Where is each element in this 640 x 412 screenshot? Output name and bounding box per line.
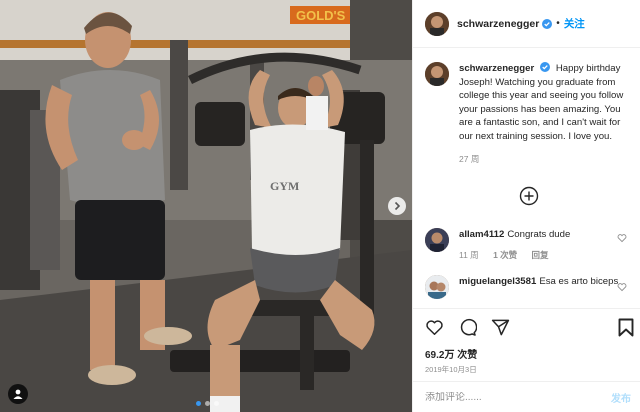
comment-likes[interactable]: 1 次赞: [493, 250, 517, 260]
post-caption: schwarzenegger Happy birthday Joseph! Wa…: [425, 62, 635, 166]
post-date[interactable]: 2019年10月3日: [425, 364, 477, 375]
caption-username[interactable]: schwarzenegger: [459, 63, 534, 74]
gym-sign-text: GOLD'S: [296, 8, 346, 23]
avatar-image: [425, 275, 449, 299]
reply-button[interactable]: 回复: [532, 250, 549, 260]
avatar-image: [425, 228, 449, 252]
post-header: schwarzenegger • 关注: [413, 0, 640, 48]
comment-icon[interactable]: [458, 318, 477, 337]
avatar-image: [425, 62, 449, 86]
comment-input[interactable]: [425, 392, 585, 403]
comment-text: Esa es arto biceps: [539, 276, 619, 287]
post-comment-button[interactable]: 发布: [611, 390, 631, 405]
bookmark-icon[interactable]: [618, 318, 634, 337]
carousel-dot: [205, 401, 210, 406]
avatar[interactable]: [425, 275, 449, 299]
avatar[interactable]: [425, 62, 449, 86]
carousel-dot: [196, 401, 201, 406]
comment-username[interactable]: allam4112: [459, 229, 504, 240]
next-arrow-icon: [394, 201, 401, 211]
follow-button[interactable]: 关注: [564, 16, 585, 31]
tag-user-icon: [13, 389, 23, 399]
shirt-print-text: GYM: [270, 179, 299, 193]
comment-text: Congrats dude: [507, 229, 571, 240]
header-username[interactable]: schwarzenegger: [457, 18, 539, 30]
avatar-image: [425, 11, 449, 36]
caption-time[interactable]: 27 周: [459, 153, 635, 167]
header-separator: •: [556, 18, 560, 29]
comment-time[interactable]: 11 周: [459, 250, 479, 260]
post-media[interactable]: GOLD'S GYM: [0, 0, 412, 412]
caption-text: Happy birthday Joseph! Watching you grad…: [459, 63, 624, 142]
tagged-users-button[interactable]: [8, 384, 28, 404]
avatar[interactable]: [425, 228, 449, 252]
comment-item: allam4112 Congrats dude 11 周 1 次赞 回复: [425, 228, 635, 262]
heart-icon[interactable]: [425, 318, 444, 337]
comment-item: miguelangel3581 Esa es arto biceps: [425, 275, 635, 299]
avatar[interactable]: [425, 11, 449, 36]
action-buttons: [425, 318, 510, 337]
heart-icon[interactable]: [617, 233, 627, 243]
add-comment-bar: 发布: [413, 381, 640, 412]
heart-icon[interactable]: [617, 282, 627, 292]
like-count[interactable]: 69.2万 次赞: [425, 346, 477, 361]
verified-icon: [540, 62, 551, 72]
post-side-panel: schwarzenegger • 关注 schwarzenegger Happy…: [412, 0, 640, 412]
verified-icon: [542, 18, 553, 29]
carousel-dots: [196, 401, 219, 406]
post-photo: GOLD'S GYM: [0, 0, 412, 412]
comment-username[interactable]: miguelangel3581: [459, 276, 536, 287]
post-actions: 69.2万 次赞 2019年10月3日 发布: [413, 308, 640, 412]
carousel-dot: [214, 401, 219, 406]
load-more-icon[interactable]: [519, 186, 539, 206]
share-icon[interactable]: [491, 318, 510, 337]
next-slide-button[interactable]: [388, 197, 406, 215]
